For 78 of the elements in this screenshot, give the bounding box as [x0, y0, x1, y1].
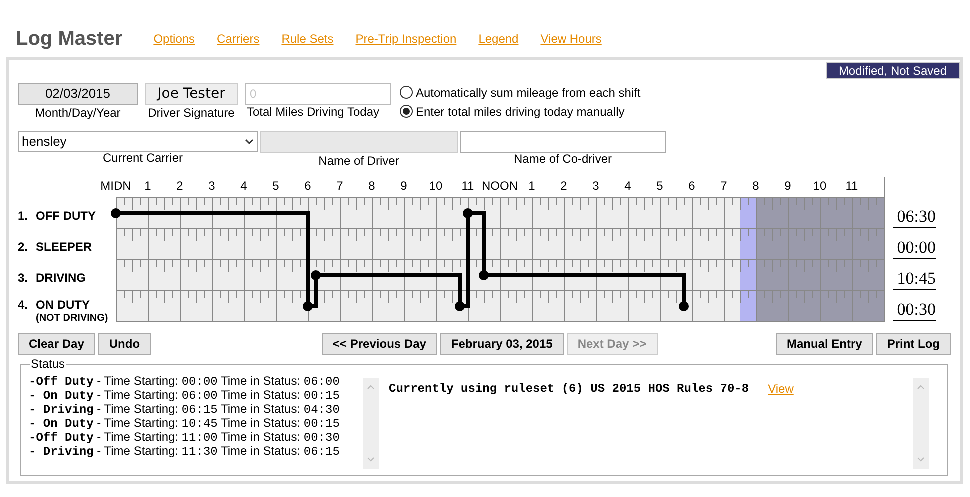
date-caption: Month/Day/Year: [35, 105, 121, 121]
hour-label: 11: [846, 179, 858, 193]
day-nav-button[interactable]: << Previous Day: [322, 333, 438, 355]
log-grid[interactable]: [116, 198, 885, 322]
signature-button[interactable]: Joe Tester: [145, 83, 238, 105]
radio-label[interactable]: Enter total miles driving today manually: [416, 102, 625, 120]
ruleset-text: Currently using ruleset (6) US 2015 HOS Rules 70-8: [389, 381, 750, 398]
toolbar-button[interactable]: Clear Day: [18, 333, 96, 355]
duty-row-label: OFF DUTY: [36, 210, 96, 223]
status-entry: -Off Duty - Time Starting: 11:00 Time in Status: 00:30: [29, 431, 341, 445]
scrollbar[interactable]: [913, 378, 929, 469]
status-entry: - Driving - Time Starting: 06:15 Time in Status: 04:30: [29, 403, 341, 417]
scrollbar[interactable]: [363, 378, 379, 469]
toolbar-button[interactable]: Manual Entry: [776, 333, 874, 355]
hour-label: 3: [208, 179, 216, 193]
hour-label: NOON: [482, 179, 518, 193]
hour-label: 5: [272, 179, 280, 193]
hour-label: 2: [176, 179, 184, 193]
hour-label: 5: [656, 179, 664, 193]
hour-label: 1: [528, 179, 536, 193]
hour-label: 10: [813, 179, 827, 193]
hour-label: 6: [688, 179, 696, 193]
miles-input[interactable]: 0: [245, 83, 391, 105]
status-change-dot: [479, 270, 489, 280]
hour-label: 8: [368, 179, 376, 193]
status-legend: Status: [30, 357, 66, 371]
duty-row-label: DRIVING: [36, 272, 86, 285]
hour-label: 8: [752, 179, 760, 193]
scroll-down-icon[interactable]: [367, 457, 375, 462]
hour-label: 4: [240, 179, 248, 193]
row-number: 3.: [18, 272, 28, 285]
dropdown-caret-icon: [245, 138, 254, 144]
status-entry: - Driving - Time Starting: 11:30 Time in Status: 06:15: [29, 445, 341, 459]
duty-total: 00:00: [893, 238, 936, 259]
row-number: 4.: [18, 299, 28, 312]
toolbar-button[interactable]: Print Log: [876, 333, 951, 355]
status-entry: - On Duty - Time Starting: 10:45 Time in Status: 00:15: [29, 417, 341, 431]
status-entry: -Off Duty - Time Starting: 00:00 Time in Status: 06:00: [29, 375, 341, 389]
save-status-badge: Modified, Not Saved: [826, 62, 960, 79]
duty-row-sublabel: (NOT DRIVING): [35, 312, 110, 325]
driver-name-caption: Name of Driver: [318, 153, 400, 169]
hour-label: 11: [462, 179, 474, 193]
hour-label: 10: [429, 179, 443, 193]
row-number: 2.: [18, 241, 28, 254]
toolbar-button[interactable]: Undo: [98, 333, 152, 355]
radio-button[interactable]: [400, 105, 413, 118]
duty-row-label: SLEEPER: [36, 241, 92, 254]
hour-label: 3: [592, 179, 600, 193]
duty-total: 06:30: [893, 207, 936, 228]
duty-total: 00:30: [893, 300, 936, 321]
hour-label: 9: [400, 179, 408, 193]
miles-caption: Total Miles Driving Today: [246, 105, 380, 119]
hour-label: 4: [624, 179, 632, 193]
hour-label: 9: [784, 179, 792, 193]
status-entry: - On Duty - Time Starting: 06:00 Time in Status: 00:15: [29, 389, 341, 403]
carrier-caption: Current Carrier: [102, 152, 183, 164]
duty-row-label: ON DUTY: [36, 299, 90, 312]
hour-label: MIDN: [100, 179, 132, 193]
date-button[interactable]: 02/03/2015: [18, 83, 138, 105]
scroll-up-icon[interactable]: [917, 385, 925, 390]
duty-total: 10:45: [893, 269, 936, 290]
hour-label: 6: [304, 179, 312, 193]
scroll-down-icon[interactable]: [917, 457, 925, 462]
signature-caption: Driver Signature: [148, 105, 235, 121]
app-title: Log Master: [16, 28, 123, 50]
day-nav-button[interactable]: February 03, 2015: [440, 333, 564, 355]
status-change-dot: [311, 270, 321, 280]
radio-label[interactable]: Automatically sum mileage from each shift: [416, 84, 641, 102]
hour-label: 1: [144, 179, 152, 193]
hour-label: 7: [720, 179, 728, 193]
carrier-select[interactable]: hensley: [18, 131, 258, 152]
scroll-up-icon[interactable]: [367, 385, 375, 390]
hour-label: 2: [560, 179, 568, 193]
row-number: 1.: [18, 210, 28, 223]
radio-button[interactable]: [400, 86, 413, 99]
codriver-name-caption: Name of Co-driver: [514, 153, 612, 165]
hour-label: 7: [336, 179, 344, 193]
codriver-name-input[interactable]: [460, 131, 666, 153]
